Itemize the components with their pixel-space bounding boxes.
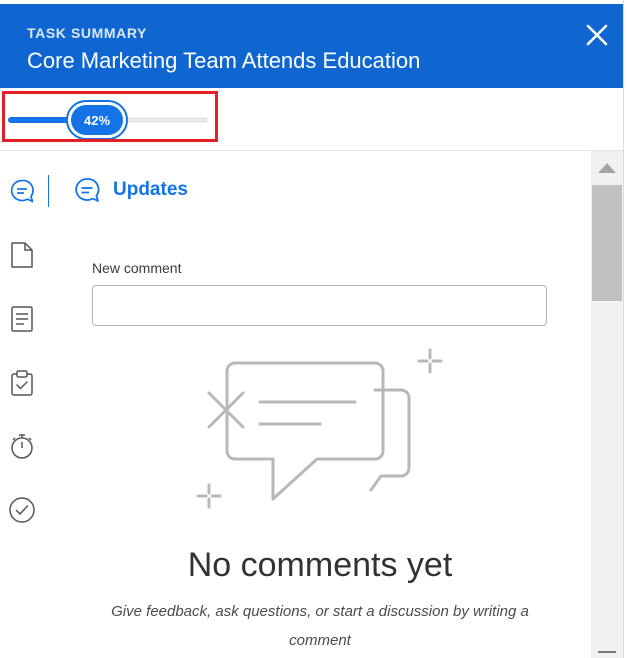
document-icon[interactable] (8, 241, 36, 269)
vertical-scrollbar[interactable] (591, 151, 623, 658)
highlight-box (2, 91, 218, 142)
new-comment-input[interactable] (92, 285, 547, 326)
clipboard-check-icon[interactable] (8, 369, 36, 397)
header-label: TASK SUMMARY (27, 25, 147, 41)
stopwatch-icon[interactable] (8, 432, 36, 460)
sidebar-divider (48, 175, 49, 207)
empty-state-title: No comments yet (187, 546, 453, 584)
comment-icon[interactable] (8, 177, 36, 205)
scroll-up-arrow-icon[interactable] (598, 163, 616, 173)
check-circle-icon[interactable] (8, 496, 36, 524)
close-icon[interactable] (584, 22, 610, 48)
new-comment-label: New comment (92, 260, 182, 276)
updates-title: Updates (113, 179, 188, 200)
scroll-thumb[interactable] (592, 185, 622, 301)
task-summary-header: TASK SUMMARY Core Marketing Team Attends… (0, 4, 623, 88)
scroll-down-arrow-icon[interactable] (598, 651, 616, 653)
form-icon[interactable] (8, 305, 36, 333)
empty-state-description: Give feedback, ask questions, or start a… (111, 603, 529, 649)
empty-comments-illustration (196, 348, 443, 509)
updates-comment-icon (75, 178, 100, 202)
panel-edge (623, 0, 627, 658)
task-title: Core Marketing Team Attends Education (27, 48, 421, 73)
progress-section: 42% (0, 88, 623, 151)
